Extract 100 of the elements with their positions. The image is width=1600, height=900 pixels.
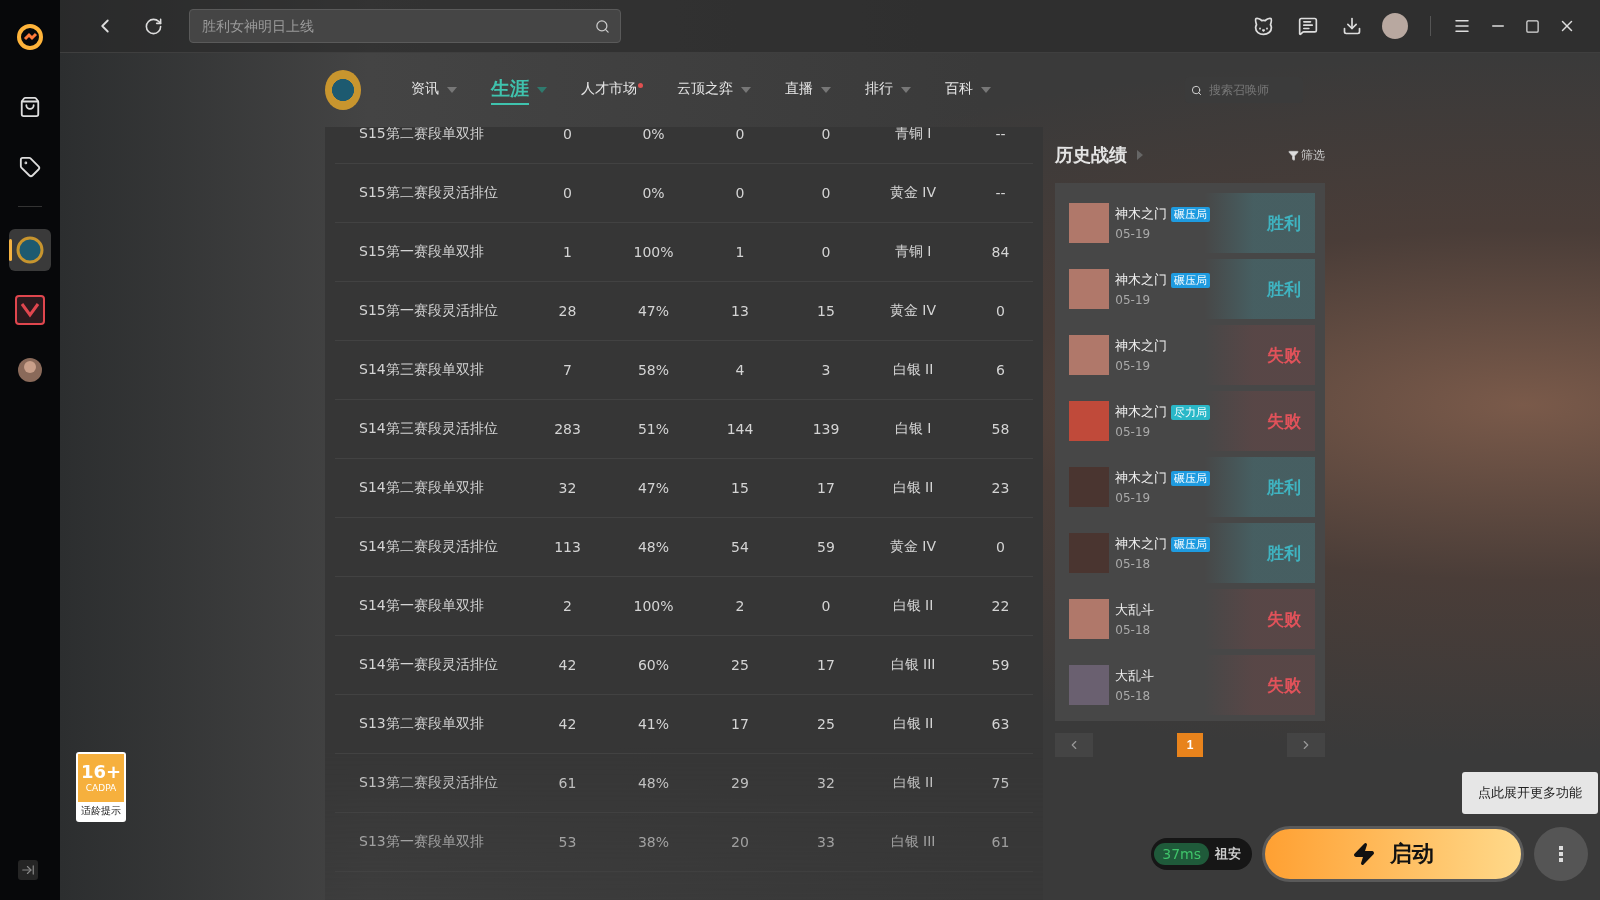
- table-cell-text: 0: [734, 127, 746, 142]
- table-cell-text: 17: [816, 657, 836, 673]
- match-result: 失败: [1267, 343, 1301, 367]
- match-date: 05-18: [1115, 557, 1152, 571]
- match-result: 胜利: [1267, 211, 1301, 235]
- refresh-icon: [144, 16, 163, 36]
- table-cell-text: 144: [725, 421, 755, 437]
- search-icon: [595, 18, 610, 34]
- table-cell-text: 61: [990, 834, 1011, 850]
- table-cell-text: 0: [820, 127, 832, 142]
- caret-icon: [981, 87, 991, 93]
- champion-portrait: [1069, 335, 1110, 375]
- match-date: 05-19: [1115, 491, 1152, 505]
- table-cell-text: 1: [734, 244, 746, 260]
- launch-button[interactable]: 启动: [1262, 826, 1524, 882]
- table-cell-text: 32: [816, 775, 836, 791]
- caret-icon: [901, 87, 911, 93]
- download-icon[interactable]: [1342, 16, 1362, 36]
- nav-tab[interactable]: 直播: [785, 79, 831, 101]
- app-logo-icon[interactable]: [15, 22, 45, 52]
- expand-sidebar-button[interactable]: [18, 860, 38, 880]
- caret-icon: [447, 87, 457, 93]
- match-card[interactable]: 大乱斗 05-18 失败: [1069, 589, 1315, 649]
- menu-icon[interactable]: [1453, 17, 1471, 35]
- table-cell-text: S14第三赛段灵活排位: [358, 420, 499, 438]
- age-rating: 16+: [80, 763, 122, 781]
- table-cell-text: 47%: [636, 303, 671, 319]
- match-card[interactable]: 神木之门 碾压局 05-19 胜利: [1069, 193, 1315, 253]
- age-caption: 适龄提示: [81, 804, 121, 818]
- nav-tab[interactable]: 资讯: [411, 79, 457, 101]
- table-cell-text: 42: [557, 716, 578, 732]
- table-cell-text: 47%: [636, 480, 671, 496]
- search-field[interactable]: 胜利女神明日上线: [200, 17, 595, 35]
- nav-tab[interactable]: 百科: [945, 79, 991, 101]
- nav-tab[interactable]: 人才市场: [581, 79, 643, 101]
- game-mode: 神木之门: [1115, 469, 1168, 487]
- match-tag: 碾压局: [1171, 536, 1211, 552]
- table-cell-text: 25: [816, 716, 836, 732]
- table-cell-text: 0: [734, 185, 746, 201]
- match-result: 失败: [1267, 607, 1301, 631]
- table-cell-text: 51%: [636, 421, 671, 437]
- nav-tab[interactable]: 生涯: [491, 75, 547, 105]
- game-logo-icon: [16, 236, 44, 264]
- match-card[interactable]: 神木之门 尽力局 05-19 失败: [1069, 391, 1315, 451]
- game-logo-icon: [15, 355, 45, 385]
- table-cell-text: 15: [816, 303, 836, 319]
- match-card[interactable]: 神木之门 碾压局 05-18 胜利: [1069, 523, 1315, 583]
- game-mode: 神木之门: [1115, 271, 1168, 289]
- collapse-icon: [21, 863, 35, 877]
- table-cell-text: 75: [990, 775, 1011, 791]
- table-cell-text: 白银 II: [891, 774, 935, 792]
- match-tag: 碾压局: [1171, 470, 1211, 486]
- table-cell-text: 61: [557, 775, 578, 791]
- nav-tab[interactable]: 云顶之弈: [677, 79, 751, 101]
- table-cell-text: 13: [730, 303, 750, 319]
- table-cell-text: S14第二赛段灵活排位: [358, 538, 499, 556]
- table-cell-text: 48%: [636, 539, 671, 555]
- match-result: 胜利: [1267, 277, 1301, 301]
- message-icon[interactable]: [1298, 16, 1318, 36]
- game-mode: 神木之门: [1115, 535, 1168, 553]
- table-cell-text: 6: [995, 362, 1006, 378]
- match-card[interactable]: 大乱斗 05-18 失败: [1069, 655, 1315, 715]
- match-card[interactable]: 神木之门 碾压局 05-19 胜利: [1069, 457, 1315, 517]
- table-cell-text: S14第二赛段单双排: [358, 479, 485, 497]
- tooltip: 点此展开更多功能: [1462, 772, 1598, 814]
- lightning-icon: [1352, 842, 1376, 866]
- table-cell-text: 32: [557, 480, 578, 496]
- game-logo[interactable]: [325, 70, 361, 110]
- notification-dot: [638, 82, 643, 88]
- nav-tab[interactable]: 排行: [865, 79, 911, 101]
- table-cell-text: 黄金 IV: [888, 538, 938, 556]
- table-cell-text: 4: [734, 362, 746, 378]
- match-tag: 碾压局: [1171, 272, 1211, 288]
- table-cell-text: 63: [990, 716, 1011, 732]
- match-card[interactable]: 神木之门 05-19 失败: [1069, 325, 1315, 385]
- table-cell-text: S14第一赛段单双排: [358, 597, 485, 615]
- champion-portrait: [1069, 665, 1110, 705]
- server-status[interactable]: 37ms 祖安: [1151, 838, 1252, 870]
- maximize-icon[interactable]: [1525, 18, 1540, 34]
- table-cell-text: 0: [995, 539, 1006, 555]
- table-cell-text: 1: [562, 244, 573, 260]
- table-cell-text: 59: [816, 539, 836, 555]
- sidebar-item[interactable]: [9, 229, 51, 271]
- cat-icon[interactable]: [1253, 15, 1274, 37]
- match-card[interactable]: 神木之门 碾压局 05-19 胜利: [1069, 259, 1315, 319]
- game-logo-icon: [15, 295, 45, 325]
- server-region: 祖安: [1215, 845, 1241, 863]
- search-box[interactable]: 胜利女神明日上线: [189, 9, 621, 43]
- table-cell-text: 54: [730, 539, 750, 555]
- user-avatar[interactable]: [1382, 13, 1408, 39]
- filter-button[interactable]: 筛选: [1288, 146, 1325, 164]
- table-cell-text: 15: [730, 480, 750, 496]
- table-cell-text: 48%: [636, 775, 671, 791]
- match-date: 05-19: [1115, 359, 1152, 373]
- table-cell-text: 59: [990, 657, 1011, 673]
- table-cell-text: 0: [562, 127, 573, 142]
- table-cell-text: 17: [730, 716, 750, 732]
- filter-icon: [1288, 149, 1299, 161]
- match-result: 失败: [1267, 409, 1301, 433]
- table-cell-text: 0%: [641, 127, 666, 142]
